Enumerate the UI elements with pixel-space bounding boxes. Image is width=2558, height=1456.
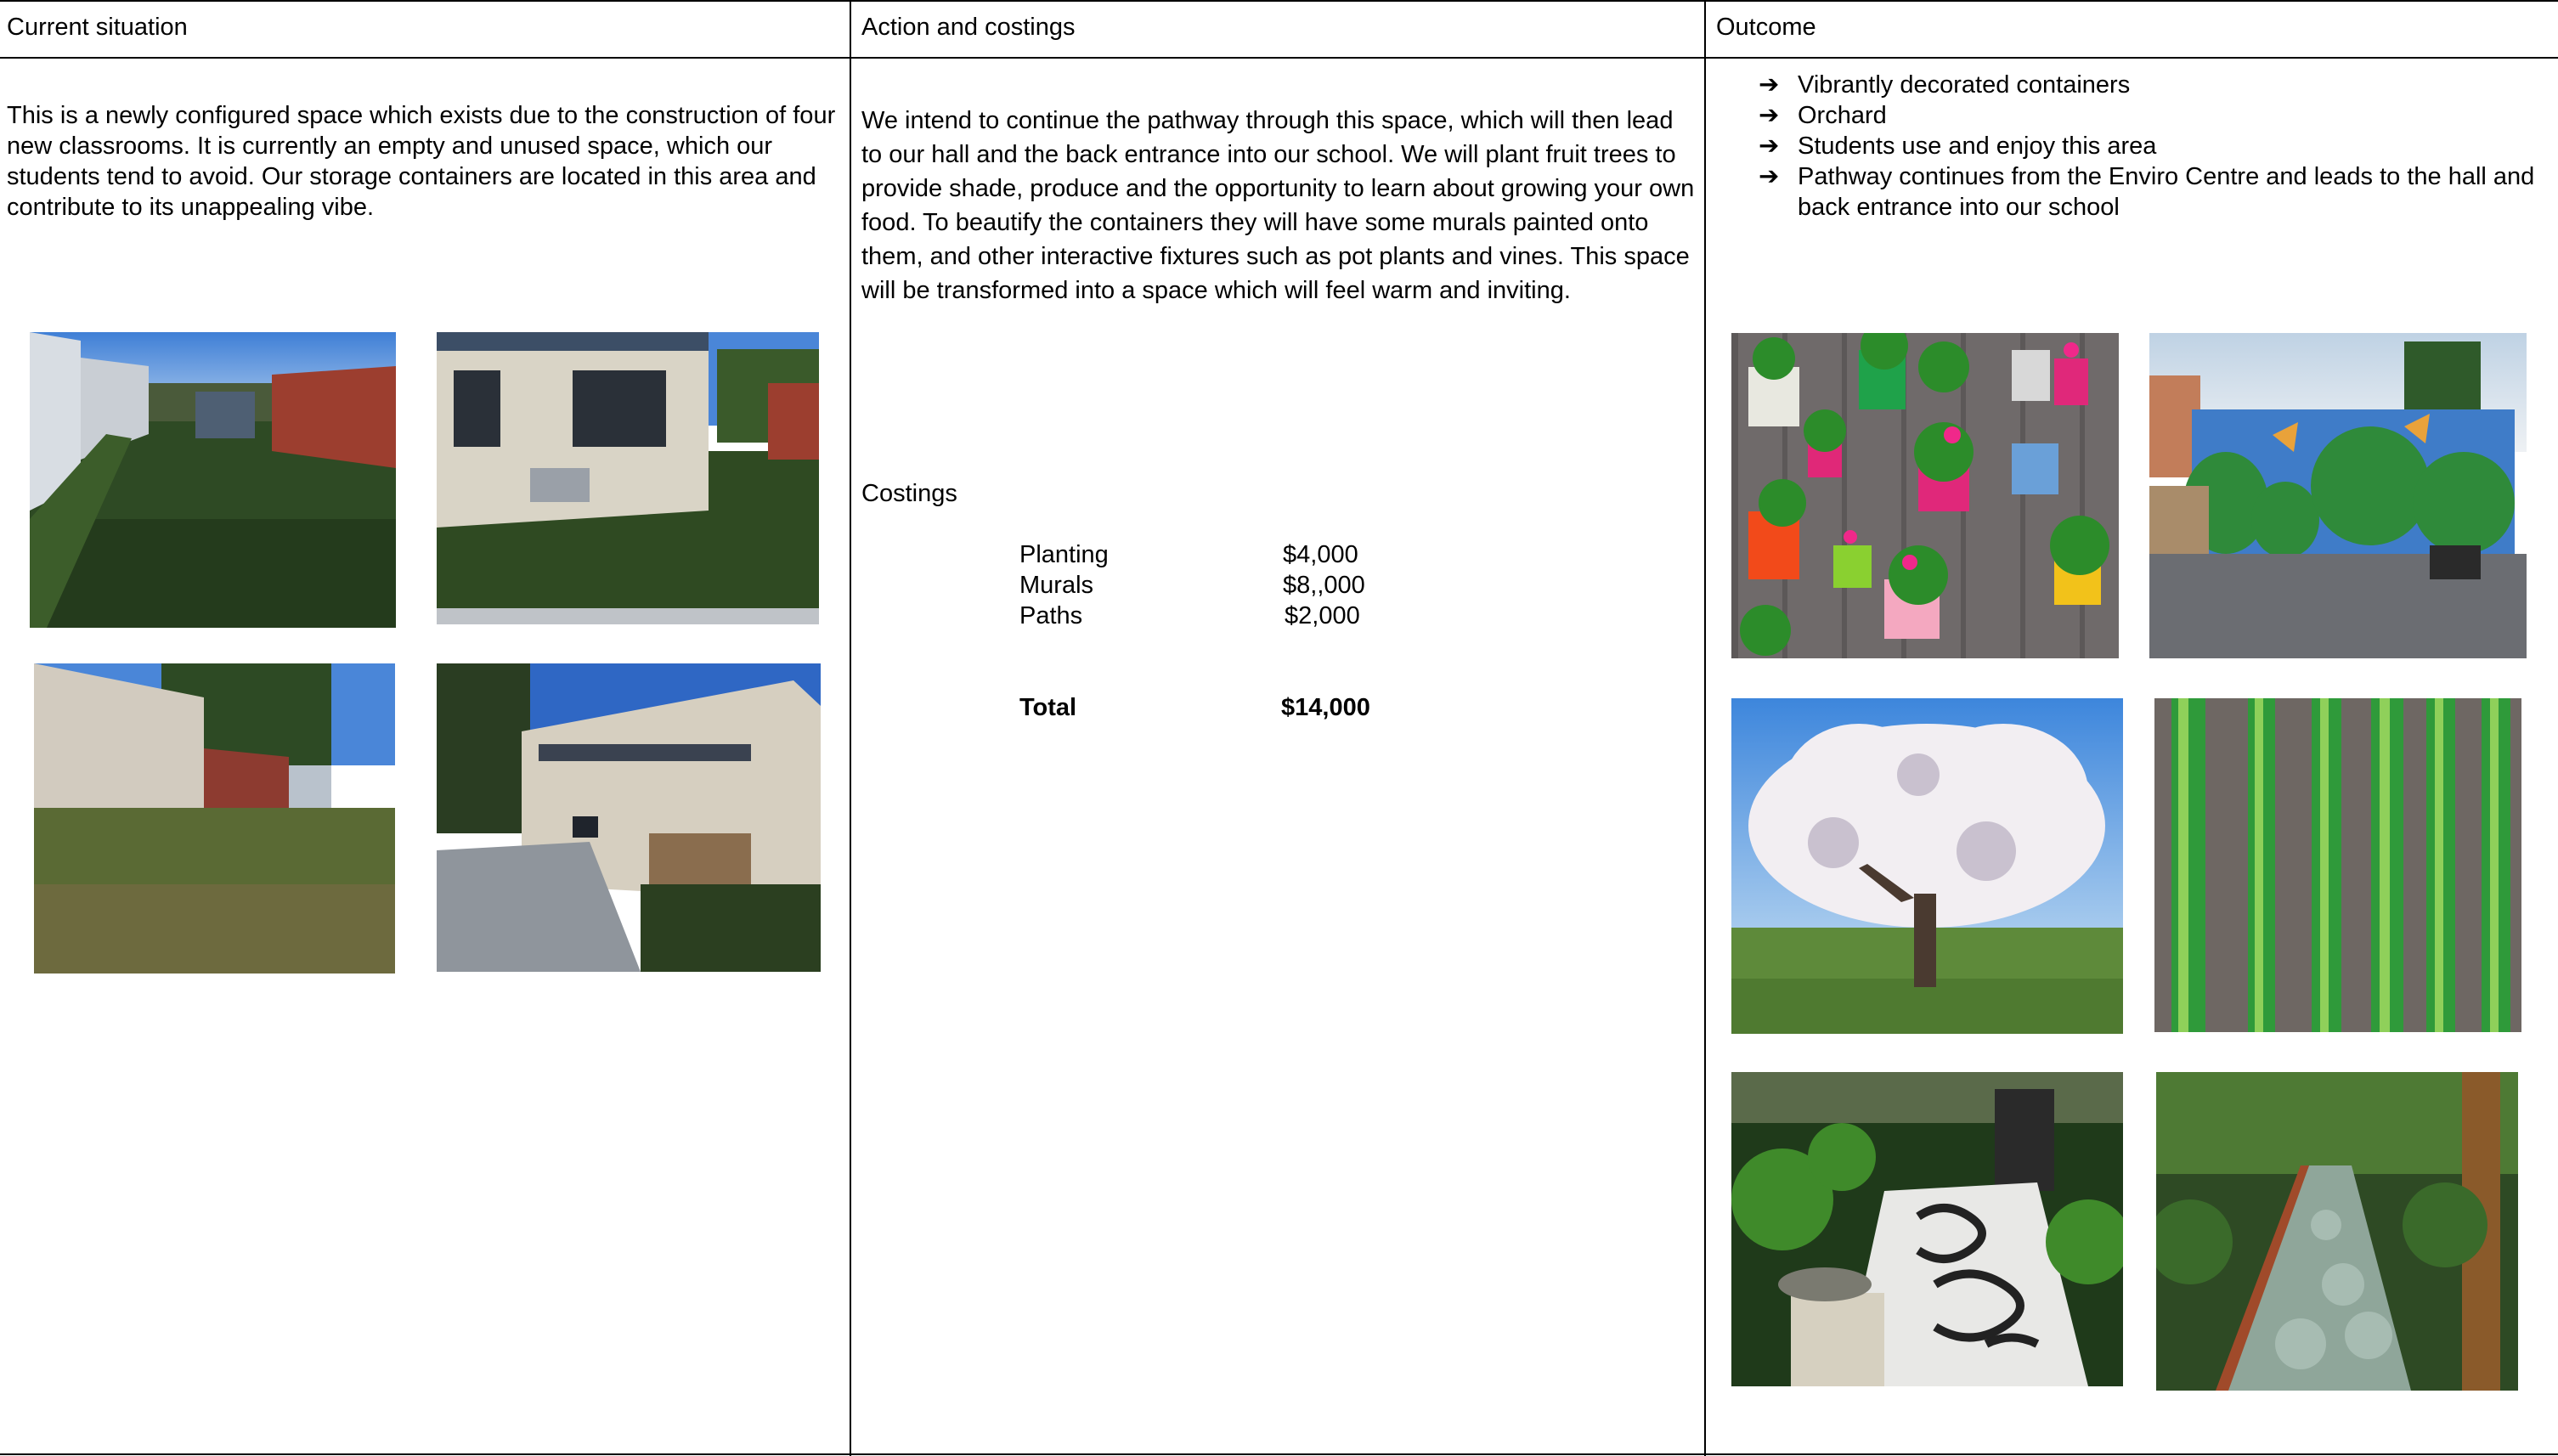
outcome-photo-blossom-tree [1731, 698, 2123, 1034]
site-photo-containers [30, 332, 396, 628]
site-photo-container-side [34, 663, 395, 973]
outcome-photo-mosaic-path [1731, 1072, 2123, 1386]
list-item: ➔ Orchard [1759, 102, 1887, 129]
cost-total-amount: $14,000 [1281, 694, 1370, 721]
cost-total-label: Total [1019, 694, 1077, 721]
column-divider-2 [1704, 0, 1706, 1456]
table-bottom-border [0, 1453, 2558, 1455]
column-divider-1 [850, 0, 851, 1456]
outcomes-table: Current situation Action and costings Ou… [0, 0, 2558, 1456]
outcome-bullets: ➔ Vibrantly decorated containers ➔ Orchard… [1759, 70, 2549, 223]
header-current-situation: Current situation [7, 14, 188, 41]
outcome-photo-container-mural [2149, 333, 2527, 658]
cost-item-amount: $2,000 [1285, 602, 1360, 629]
cost-item-label: Paths [1019, 602, 1083, 629]
action-text: We intend to continue the pathway throug… [861, 107, 1695, 304]
current-situation-text: This is a newly configured space which e… [7, 102, 836, 221]
header-action-costings: Action and costings [861, 14, 1076, 41]
cost-item-amount: $8,,000 [1283, 572, 1365, 599]
list-item: ➔ Pathway continues from the Enviro Centr… [1759, 163, 2535, 221]
costings-heading: Costings [861, 480, 957, 507]
outcome-photo-painted-pots [1731, 333, 2119, 658]
list-item: ➔ Vibrantly decorated containers [1759, 71, 2131, 99]
arrow-right-icon: ➔ [1759, 133, 1780, 160]
cost-item-label: Murals [1019, 572, 1094, 599]
outcome-photo-vertical-vines [2154, 698, 2521, 1032]
arrow-right-icon: ➔ [1759, 163, 1780, 190]
cost-item-amount: $4,000 [1283, 541, 1358, 568]
arrow-right-icon: ➔ [1759, 102, 1780, 129]
arrow-right-icon: ➔ [1759, 71, 1780, 99]
header-row-border [0, 57, 2558, 59]
site-photo-classroom [437, 332, 819, 624]
site-photo-building-steps [437, 663, 821, 972]
header-outcome: Outcome [1716, 14, 1816, 41]
list-item: ➔ Students use and enjoy this area [1759, 133, 2157, 160]
cost-item-label: Planting [1019, 541, 1109, 568]
outcome-photo-stone-path [2156, 1072, 2518, 1391]
table-top-border [0, 0, 2558, 2]
